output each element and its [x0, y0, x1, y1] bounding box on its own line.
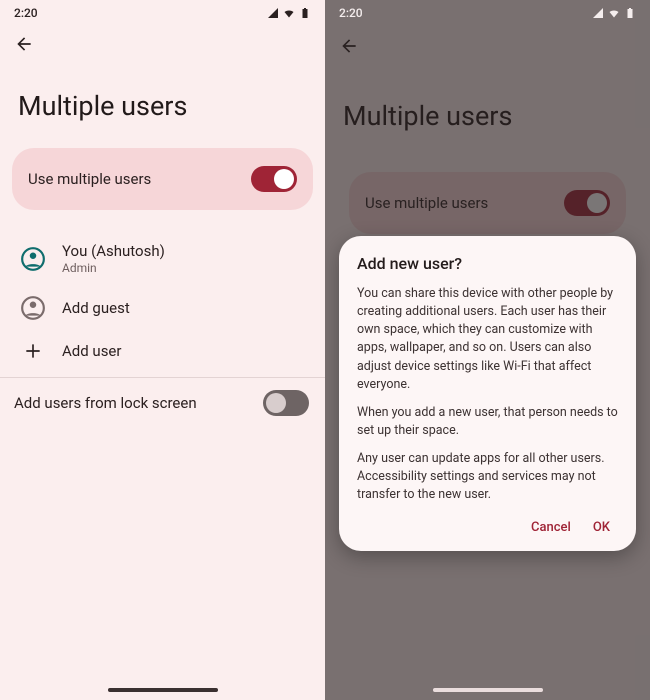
add-users-lockscreen-row: Add users from lock screen	[0, 378, 325, 428]
phone-screen-left: 2:20 Multiple users Use multiple users	[0, 0, 325, 700]
signal-icon	[267, 7, 279, 19]
dialog-paragraph: You can share this device with other peo…	[357, 285, 618, 394]
person-outline-icon	[20, 295, 46, 321]
status-bar: 2:20	[325, 0, 650, 22]
cancel-button[interactable]: Cancel	[531, 520, 571, 535]
add-users-lockscreen-label: Add users from lock screen	[14, 394, 197, 412]
arrow-left-icon	[14, 34, 34, 54]
person-circle-icon	[20, 246, 46, 272]
dialog-paragraph: When you add a new user, that person nee…	[357, 404, 618, 440]
home-indicator[interactable]	[108, 688, 218, 692]
home-indicator[interactable]	[433, 688, 543, 692]
phone-screen-right: Multiple users Use multiple users 2:20 A…	[325, 0, 650, 700]
user-label: You (Ashutosh)	[62, 242, 165, 260]
wifi-icon	[608, 7, 620, 19]
user-list: You (Ashutosh) Admin Add guest	[0, 210, 325, 371]
signal-icon	[592, 7, 604, 19]
add-users-lockscreen-toggle[interactable]	[263, 390, 309, 416]
page-title: Multiple users	[0, 62, 325, 148]
add-new-user-dialog: Add new user? You can share this device …	[339, 236, 636, 551]
status-bar: 2:20	[0, 0, 325, 22]
status-time: 2:20	[339, 6, 363, 20]
dialog-title: Add new user?	[357, 254, 618, 273]
use-multiple-users-label: Use multiple users	[28, 170, 151, 188]
list-item-add-guest[interactable]: Add guest	[6, 285, 319, 331]
ok-button[interactable]: OK	[593, 520, 610, 535]
dialog-paragraph: Any user can update apps for all other u…	[357, 450, 618, 504]
user-sublabel: Admin	[62, 261, 165, 275]
status-icons	[592, 7, 636, 19]
use-multiple-users-toggle[interactable]	[251, 166, 297, 192]
status-time: 2:20	[14, 6, 38, 20]
battery-icon	[299, 7, 311, 19]
use-multiple-users-card: Use multiple users	[12, 148, 313, 210]
add-user-label: Add user	[62, 342, 121, 360]
battery-icon	[624, 7, 636, 19]
dialog-body: You can share this device with other peo…	[357, 285, 618, 504]
back-button[interactable]	[10, 30, 38, 58]
status-icons	[267, 7, 311, 19]
add-guest-label: Add guest	[62, 299, 130, 317]
list-item-add-user[interactable]: Add user	[6, 331, 319, 371]
list-item-you[interactable]: You (Ashutosh) Admin	[6, 232, 319, 285]
plus-icon	[23, 341, 43, 361]
dialog-actions: Cancel OK	[357, 514, 618, 541]
wifi-icon	[283, 7, 295, 19]
